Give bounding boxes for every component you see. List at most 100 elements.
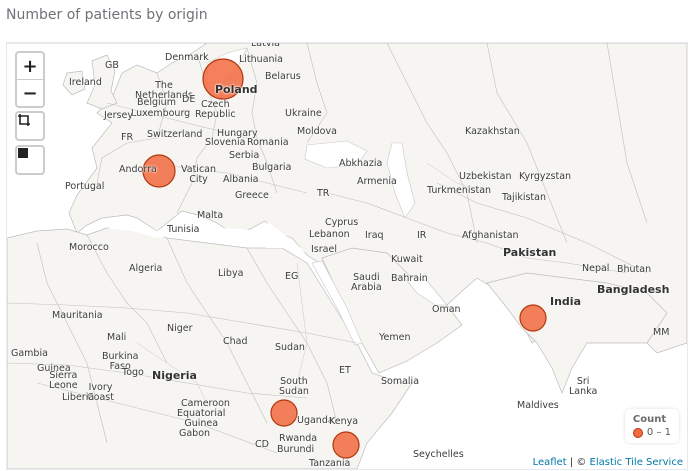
panel-title: Number of patients by origin [6,7,208,23]
map-label-saudi: Saudi Arabia [351,272,382,293]
draw-rectangle-button[interactable] [17,147,43,173]
map-label-belgium: Belgium [137,97,176,108]
map-label-eqguinea: Equatorial Guinea [177,408,226,429]
map-label-algeria: Algeria [129,263,163,274]
map-label-kuwait: Kuwait [391,254,423,265]
map-label-togo: Togo [122,367,144,378]
map-label-srilanka: Sri Lanka [569,376,598,397]
map-label-lithuania: Lithuania [239,54,284,65]
zoom-out-button[interactable]: − [17,79,43,106]
map-label-eg: EG [285,271,299,282]
map-basemap [7,43,687,469]
map-label-serbia: Serbia [229,150,260,161]
map-label-gabon: Gabon [179,428,211,439]
map-label-vatican: Vatican City [181,164,217,185]
crop-control [15,111,45,141]
crop-button[interactable] [17,113,43,139]
map-label-ireland: Ireland [69,77,102,88]
map-label-czech: Czech Republic [195,99,236,120]
map-label-armenia: Armenia [357,176,397,187]
map-label-sudan: Sudan [275,342,305,353]
map-label-nepal: Nepal [582,263,610,274]
marker-india[interactable] [519,304,547,332]
map-label-niger: Niger [167,323,193,334]
map-label-liberia: Liberia [62,392,95,403]
crop-icon [18,114,30,126]
map-label-sierra: Sierra Leone [49,370,78,391]
map-label-latvia: Latvia [251,42,280,49]
map-label-slovenia: Slovenia [205,137,246,148]
tile-service-link[interactable]: Elastic Tile Service [590,457,683,468]
map-label-kenya: Kenya [329,416,359,427]
map-label-tunisia: Tunisia [167,224,200,235]
map-label-andorra: Andorra [119,164,157,175]
map-label-afghanistan: Afghanistan [462,230,519,241]
map-label-tanzania: Tanzania [309,458,351,469]
map-label-luxembourg: Luxembourg [131,108,191,119]
map-label-lebanon: Lebanon [309,229,350,240]
map-label-somalia: Somalia [381,376,420,387]
map-label-burundi: Burundi [277,444,315,455]
map-label-nigeria: Nigeria [152,369,197,382]
map-label-rwanda: Rwanda [279,433,318,444]
map-label-mali: Mali [107,332,127,343]
map-label-denmark: Denmark [165,52,209,63]
stop-square-icon [18,148,28,158]
map-label-ukraine: Ukraine [285,108,322,119]
map-label-morocco: Morocco [69,242,109,253]
map-label-albania: Albania [223,174,259,185]
map-label-gb: GB [105,60,119,71]
map-label-bhutan: Bhutan [617,264,652,275]
map-container[interactable]: Latvia Denmark Lithuania GB Ireland Belarus Th… [6,42,688,470]
map-label-south-sudan: South Sudan [279,376,309,397]
legend-swatch [632,427,643,438]
map-label-jersey: Jersey [104,110,133,121]
draw-control [15,145,45,175]
map-label-uzbekistan: Uzbekistan [459,171,512,182]
map-label-yemen: Yemen [379,332,411,343]
map-label-maldives: Maldives [517,400,559,411]
map-label-belarus: Belarus [265,71,301,82]
map-label-seychelles: Seychelles [413,449,464,460]
map-label-libya: Libya [218,268,244,279]
map-label-pakistan: Pakistan [503,246,557,259]
legend-title: Count [632,414,667,425]
map-label-bahrain: Bahrain [391,273,428,284]
map-label-bangladesh: Bangladesh [597,283,670,296]
map-label-portugal: Portugal [65,181,105,192]
map-label-chad: Chad [223,336,248,347]
map-label-poland: Poland [215,83,258,96]
map-legend: Count 0 – 1 [624,409,679,443]
leaflet-link[interactable]: Leaflet [533,457,567,468]
legend-range: 0 – 1 [646,427,671,438]
map-label-india: India [550,295,581,308]
map-label-fr: FR [121,132,134,143]
map-label-romania: Romania [247,137,289,148]
map-label-et: ET [339,365,351,376]
map-label-kazakhstan: Kazakhstan [465,126,520,137]
map-label-turkmenistan: Turkmenistan [427,185,492,196]
map-label-cyprus: Cyprus [325,217,359,228]
map-label-moldova: Moldova [297,126,337,137]
map-label-mm: MM [653,327,670,338]
map-label-bulgaria: Bulgaria [252,162,292,173]
marker-uganda[interactable] [270,399,298,427]
zoom-control: + − [15,51,45,108]
map-label-tr: TR [317,188,330,199]
map-attribution: Leaflet | © Elastic Tile Service [528,456,687,469]
map-label-malta: Malta [197,210,224,221]
marker-kenya[interactable] [332,431,360,459]
map-label-gambia: Gambia [11,348,48,359]
zoom-in-button[interactable]: + [17,53,43,79]
map-label-kyrgyzstan: Kyrgyzstan [519,171,572,182]
map-label-cd: CD [255,439,269,450]
map-label-mauritania: Mauritania [52,310,103,321]
map-label-israel: Israel [311,244,337,255]
map-label-iraq: Iraq [365,230,384,241]
map-label-switzerland: Switzerland [147,129,203,140]
map-label-tajikistan: Tajikistan [502,192,546,203]
legend-row: 0 – 1 [632,427,671,438]
map-label-oman: Oman [432,304,461,315]
map-label-greece: Greece [235,190,269,201]
map-label-abkhazia: Abkhazia [339,158,383,169]
